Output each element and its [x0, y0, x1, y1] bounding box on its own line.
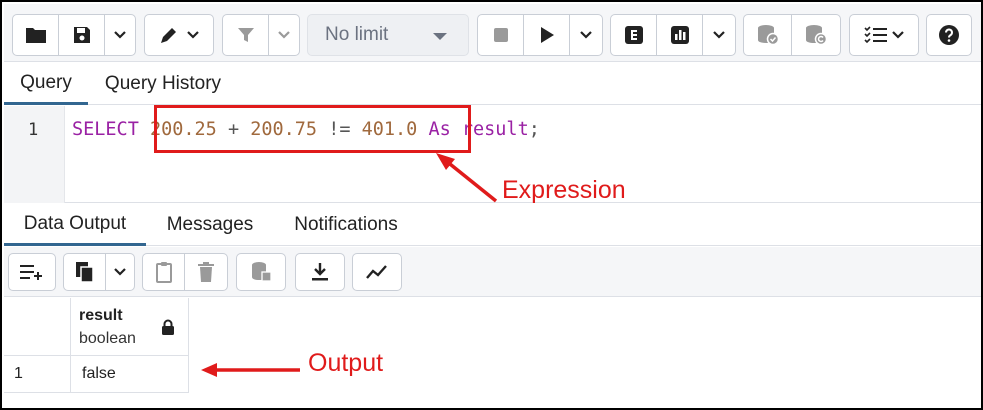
app-window: No limit Query Query History 1 SELECT 20…: [0, 0, 983, 410]
chevron-down-icon: [114, 268, 126, 276]
help-button-inner: [927, 15, 971, 55]
editor-gutter: 1: [4, 106, 65, 203]
chevron-down-icon: [713, 31, 725, 39]
copy-icon: [75, 262, 94, 283]
explain-analyze-icon: [670, 26, 689, 44]
paste-button[interactable]: [143, 254, 185, 290]
explain-button-group: [610, 14, 736, 56]
filter-button[interactable]: [223, 15, 269, 55]
output-tab-bar: Data Output Messages Notifications: [4, 204, 981, 246]
execute-button[interactable]: [524, 15, 570, 55]
output-annotation: Output: [308, 349, 384, 377]
filter-options-dropdown[interactable]: [269, 15, 299, 55]
tab-query-history[interactable]: Query History: [94, 63, 232, 105]
rollback-button[interactable]: [792, 15, 840, 55]
trash-icon: [198, 262, 214, 282]
column-type: boolean: [79, 330, 136, 347]
column-name: result: [79, 307, 123, 324]
row-limit-value: No limit: [325, 24, 389, 45]
add-row-icon: [20, 265, 42, 280]
open-file-button[interactable]: [13, 15, 59, 55]
file-button-group: [12, 14, 136, 56]
transaction-button-group: [743, 14, 841, 56]
explain-button[interactable]: [611, 15, 657, 55]
edit-button[interactable]: [144, 14, 214, 56]
filter-icon: [237, 28, 254, 42]
pencil-icon: [160, 28, 176, 43]
statement-terminator: ;: [528, 119, 540, 140]
column-alias: result: [461, 119, 529, 140]
download-button[interactable]: [295, 253, 345, 291]
save-data-icon: [252, 262, 272, 282]
delete-button[interactable]: [185, 254, 227, 290]
commit-icon: [757, 25, 779, 46]
lock-icon: [162, 319, 174, 335]
keyword-select: SELECT: [72, 119, 139, 140]
chevron-down-icon: [580, 31, 592, 39]
output-toolbar: [4, 247, 981, 297]
explain-options-dropdown[interactable]: [703, 15, 735, 55]
stop-icon: [493, 28, 508, 42]
edit-button-inner: [145, 15, 213, 55]
macros-button-inner: [850, 15, 918, 55]
download-button-inner: [296, 254, 344, 290]
chevron-down-icon: [891, 31, 904, 39]
cell-value: false: [82, 365, 116, 382]
execute-options-dropdown[interactable]: [570, 15, 602, 55]
download-icon: [312, 263, 328, 281]
caret-down-icon: [433, 33, 447, 40]
output-arrow: [201, 363, 300, 377]
explain-icon: [624, 26, 643, 44]
paste-delete-group: [142, 253, 228, 291]
help-icon: [939, 25, 959, 45]
tab-notifications[interactable]: Notifications: [280, 204, 412, 246]
chevron-down-icon: [278, 31, 290, 39]
row-number: 1: [14, 365, 23, 382]
chevron-down-icon: [114, 31, 126, 39]
filter-button-group: [222, 14, 300, 56]
row-limit-select[interactable]: No limit: [307, 14, 469, 56]
stop-button[interactable]: [478, 15, 524, 55]
grid-corner-cell[interactable]: [4, 298, 71, 356]
query-toolbar: No limit: [4, 4, 981, 62]
row-number-cell[interactable]: 1: [4, 356, 71, 393]
tab-messages[interactable]: Messages: [154, 204, 266, 246]
save-options-dropdown[interactable]: [105, 15, 135, 55]
save-data-button-inner: [237, 254, 285, 290]
explain-analyze-button[interactable]: [657, 15, 703, 55]
copy-button[interactable]: [64, 254, 106, 290]
add-row-button[interactable]: [8, 253, 56, 291]
save-file-button[interactable]: [59, 15, 105, 55]
graph-visualiser-button[interactable]: [352, 253, 402, 291]
commit-button[interactable]: [744, 15, 792, 55]
help-button[interactable]: [926, 14, 972, 56]
macros-icon: [863, 26, 887, 44]
graph-visualiser-button-inner: [353, 254, 401, 290]
rollback-icon: [806, 25, 828, 46]
execute-button-group: [477, 14, 603, 56]
copy-options-dropdown[interactable]: [106, 254, 134, 290]
macros-button[interactable]: [849, 14, 919, 56]
query-tab-bar: Query Query History: [4, 63, 981, 105]
folder-open-icon: [25, 28, 46, 43]
sql-editor[interactable]: 1 SELECT 200.25 + 200.75 != 401.0 As res…: [4, 106, 981, 203]
table-cell[interactable]: false: [71, 356, 189, 393]
tab-query[interactable]: Query: [4, 63, 88, 105]
column-header-result[interactable]: result boolean: [71, 298, 189, 356]
expression-highlight-box: [154, 105, 471, 153]
expression-annotation: Expression: [502, 176, 626, 204]
line-chart-icon: [366, 265, 387, 279]
chevron-down-icon: [186, 31, 199, 39]
clipboard-icon: [155, 262, 172, 283]
save-data-button[interactable]: [236, 253, 286, 291]
add-row-button-inner: [9, 254, 55, 290]
save-icon: [73, 27, 90, 43]
copy-button-group: [63, 253, 135, 291]
tab-data-output[interactable]: Data Output: [4, 204, 146, 246]
line-number: 1: [28, 120, 39, 140]
play-icon: [540, 27, 554, 43]
